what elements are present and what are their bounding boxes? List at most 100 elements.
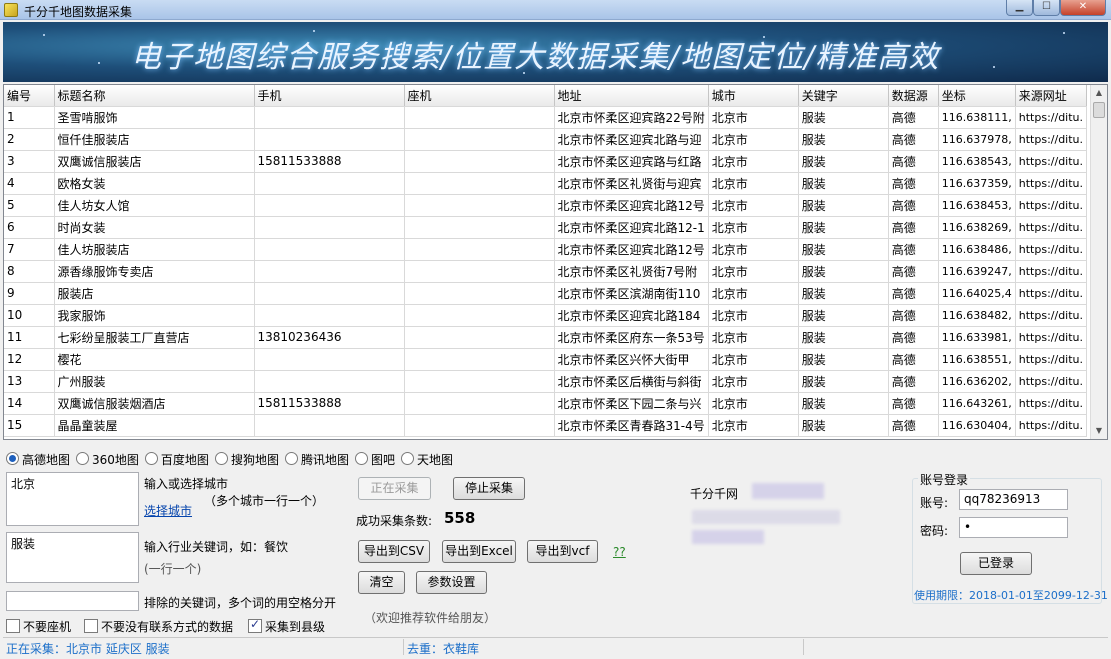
column-header[interactable]: 地址 bbox=[554, 85, 709, 107]
exclude-keyword-input[interactable] bbox=[6, 591, 139, 611]
table-cell: 116.638482, bbox=[938, 304, 1016, 327]
table-cell: 北京市 bbox=[708, 216, 799, 239]
scroll-down-icon[interactable]: ▼ bbox=[1091, 423, 1107, 439]
minimize-button[interactable]: ▁ bbox=[1006, 0, 1033, 16]
table-cell: https://ditu. bbox=[1015, 282, 1088, 305]
table-cell: https://ditu. bbox=[1015, 326, 1088, 349]
table-row[interactable]: 15 晶晶童装屋 北京市怀柔区青春路31-4号 北京市 服装 高德 116.630404, h… bbox=[4, 414, 1088, 437]
column-header[interactable]: 座机 bbox=[404, 85, 555, 107]
table-cell bbox=[404, 348, 555, 371]
map-source-radio[interactable]: 搜狗地图 bbox=[214, 451, 279, 468]
login-button[interactable]: 已登录 bbox=[960, 552, 1032, 575]
table-row[interactable]: 7 佳人坊服装店 北京市怀柔区迎宾北路12号 北京市 服装 高德 116.638486, ht… bbox=[4, 238, 1088, 261]
table-cell: 恒仟佳服装店 bbox=[54, 128, 255, 151]
collecting-button[interactable]: 正在采集 bbox=[358, 477, 431, 500]
table-cell: 北京市 bbox=[708, 392, 799, 415]
map-source-radio[interactable]: 高德地图 bbox=[6, 451, 70, 468]
table-cell: 北京市 bbox=[708, 194, 799, 217]
table-cell bbox=[254, 348, 405, 371]
table-cell: 服装 bbox=[798, 106, 889, 129]
table-cell: 服装 bbox=[798, 414, 889, 437]
table-row[interactable]: 3 双鹰诚信服装店 15811533888 北京市怀柔区迎宾路与红路 北京市 服装 高德 11… bbox=[4, 150, 1088, 173]
column-header[interactable]: 城市 bbox=[708, 85, 799, 107]
results-grid[interactable]: 编号 标题名称 手机 座机 地址 城市 关键字 数据源 坐标 来源网址 1 圣雪啃服饰 北京市怀柔区迎… bbox=[3, 84, 1108, 440]
table-cell: https://ditu. bbox=[1015, 370, 1088, 393]
table-cell: 源香缘服饰专卖店 bbox=[54, 260, 255, 283]
clear-button[interactable]: 清空 bbox=[358, 571, 405, 594]
table-row[interactable]: 2 恒仟佳服装店 北京市怀柔区迎宾北路与迎 北京市 服装 高德 116.637978, htt… bbox=[4, 128, 1088, 151]
qq-link[interactable]: ?? bbox=[613, 545, 626, 559]
export-csv-button[interactable]: 导出到CSV bbox=[358, 540, 430, 563]
table-cell bbox=[404, 106, 555, 129]
table-cell: 13 bbox=[4, 370, 55, 393]
select-city-link[interactable]: 选择城市 bbox=[144, 502, 192, 519]
success-count-value: 558 bbox=[444, 509, 476, 527]
table-row[interactable]: 12 樱花 北京市怀柔区兴怀大街甲 北京市 服装 高德 116.638551, https:/… bbox=[4, 348, 1088, 371]
column-header[interactable]: 数据源 bbox=[888, 85, 939, 107]
table-cell: https://ditu. bbox=[1015, 238, 1088, 261]
status-collecting: 正在采集：北京市 延庆区 服装 bbox=[6, 642, 170, 656]
no-contact-checkbox[interactable]: 不要没有联系方式的数据 bbox=[84, 618, 233, 635]
column-header[interactable]: 手机 bbox=[254, 85, 405, 107]
table-cell: 服装 bbox=[798, 216, 889, 239]
table-cell: 北京市怀柔区礼贤街7号附 bbox=[554, 260, 709, 283]
column-header[interactable]: 关键字 bbox=[798, 85, 889, 107]
table-row[interactable]: 6 时尚女装 北京市怀柔区迎宾北路12-1 北京市 服装 高德 116.638269, htt… bbox=[4, 216, 1088, 239]
table-row[interactable]: 5 佳人坊女人馆 北京市怀柔区迎宾北路12号 北京市 服装 高德 116.638453, ht… bbox=[4, 194, 1088, 217]
export-excel-button[interactable]: 导出到Excel bbox=[442, 540, 516, 563]
table-cell: 116.639247, bbox=[938, 260, 1016, 283]
app-icon bbox=[4, 3, 18, 17]
table-cell: 服装 bbox=[798, 392, 889, 415]
table-cell: 北京市怀柔区迎宾北路12-1 bbox=[554, 216, 709, 239]
county-level-checkbox[interactable]: 采集到县级 bbox=[248, 617, 325, 635]
table-cell: 116.637359, bbox=[938, 172, 1016, 195]
no-landline-checkbox[interactable]: 不要座机 bbox=[6, 618, 71, 635]
table-row[interactable]: 1 圣雪啃服饰 北京市怀柔区迎宾路22号附 北京市 服装 高德 116.638111, htt… bbox=[4, 106, 1088, 129]
column-header[interactable]: 编号 bbox=[4, 85, 55, 107]
map-source-radio[interactable]: 百度地图 bbox=[144, 451, 209, 468]
table-cell: 广州服装 bbox=[54, 370, 255, 393]
table-cell bbox=[254, 128, 405, 151]
map-source-radio[interactable]: 腾讯地图 bbox=[284, 451, 349, 468]
settings-button[interactable]: 参数设置 bbox=[416, 571, 487, 594]
table-cell: 116.638453, bbox=[938, 194, 1016, 217]
close-button[interactable]: ✕ bbox=[1060, 0, 1106, 16]
column-header[interactable]: 来源网址 bbox=[1015, 85, 1088, 107]
table-cell: 北京市 bbox=[708, 238, 799, 261]
table-cell: 高德 bbox=[888, 392, 939, 415]
account-input[interactable]: qq78236913 bbox=[959, 489, 1068, 510]
scroll-thumb[interactable] bbox=[1093, 102, 1105, 118]
table-cell: https://ditu. bbox=[1015, 106, 1088, 129]
column-header[interactable]: 标题名称 bbox=[54, 85, 255, 107]
status-dedup: 去重：衣鞋库 bbox=[407, 642, 480, 656]
table-cell: 6 bbox=[4, 216, 55, 239]
table-row[interactable]: 11 七彩纷呈服装工厂直营店 13810236436 北京市怀柔区府东一条53号 北京市… bbox=[4, 326, 1088, 349]
city-input[interactable]: 北京 bbox=[6, 472, 139, 526]
table-cell: 服装 bbox=[798, 238, 889, 261]
table-row[interactable]: 10 我家服饰 北京市怀柔区迎宾北路184 北京市 服装 高德 116.638482, htt… bbox=[4, 304, 1088, 327]
table-row[interactable]: 9 服装店 北京市怀柔区滨湖南街110 北京市 服装 高德 116.64025,4 https… bbox=[4, 282, 1088, 305]
map-source-radio[interactable]: 天地图 bbox=[400, 451, 453, 468]
stop-collect-button[interactable]: 停止采集 bbox=[453, 477, 525, 500]
keyword-input[interactable]: 服装 bbox=[6, 532, 139, 583]
export-vcf-button[interactable]: 导出到vcf bbox=[527, 540, 598, 563]
column-header[interactable]: 坐标 bbox=[938, 85, 1016, 107]
map-source-radio[interactable]: 360地图 bbox=[76, 451, 139, 468]
password-input[interactable]: • bbox=[959, 517, 1068, 538]
vertical-scrollbar[interactable]: ▲ ▼ bbox=[1090, 85, 1107, 439]
recommend-text: （欢迎推荐软件给朋友） bbox=[364, 611, 497, 625]
table-row[interactable]: 8 源香缘服饰专卖店 北京市怀柔区礼贤街7号附 北京市 服装 高德 116.639247, h… bbox=[4, 260, 1088, 283]
table-row[interactable]: 4 欧格女装 北京市怀柔区礼贤街与迎宾 北京市 服装 高德 116.637359, https… bbox=[4, 172, 1088, 195]
banner: 电子地图综合服务搜索/位置大数据采集/地图定位/精准高效 bbox=[3, 22, 1108, 82]
table-row[interactable]: 13 广州服装 北京市怀柔区后横街与斜街 北京市 服装 高德 116.636202, http… bbox=[4, 370, 1088, 393]
table-row[interactable]: 14 双鹰诚信服装烟酒店 15811533888 北京市怀柔区下园二条与兴 北京市 服装高… bbox=[4, 392, 1088, 415]
table-cell bbox=[404, 304, 555, 327]
table-cell: 116.636202, bbox=[938, 370, 1016, 393]
scroll-up-icon[interactable]: ▲ bbox=[1091, 85, 1107, 101]
exclude-hint: 排除的关键词，多个词的用空格分开 bbox=[144, 596, 337, 610]
title-bar: 千分千地图数据采集 ▁ ☐ ✕ bbox=[0, 0, 1111, 20]
maximize-button[interactable]: ☐ bbox=[1033, 0, 1060, 16]
map-source-radio[interactable]: 图吧 bbox=[354, 451, 395, 468]
table-cell: 樱花 bbox=[54, 348, 255, 371]
table-cell: 北京市怀柔区迎宾北路12号 bbox=[554, 238, 709, 261]
